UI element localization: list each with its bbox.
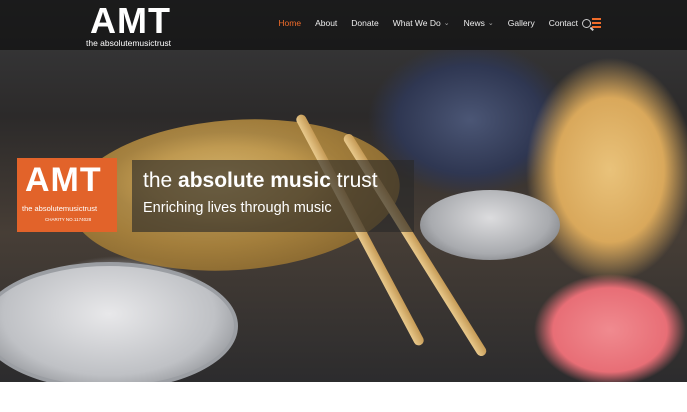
nav-contact[interactable]: Contact [549, 18, 578, 28]
nav-news[interactable]: News ⌄ [464, 18, 494, 28]
nav-about-label: About [315, 18, 338, 28]
chevron-down-icon: ⌄ [487, 20, 494, 27]
nav-about[interactable]: About [315, 18, 337, 28]
tagline-suffix: trust [330, 169, 378, 192]
hero-logo-badge: AMT the absolutemusictrust CHARITY NO.11… [17, 158, 117, 232]
nav-home[interactable]: Home [278, 18, 301, 28]
nav-what-we-do-label: What We Do [392, 18, 441, 28]
nav-what-we-do[interactable]: What We Do ⌄ [393, 18, 450, 28]
main-nav: Home About Donate What We Do ⌄ News ⌄ Gall… [278, 18, 601, 28]
snare-drum-image [0, 262, 238, 388]
site-logo-subtitle[interactable]: the absolutemusictrust [86, 38, 171, 48]
site-header: AMT the absolutemusictrust Home About Do… [0, 0, 687, 50]
nav-news-label: News [463, 18, 485, 28]
tagline-bold: absolute music [178, 169, 331, 192]
nav-contact-label: Contact [548, 18, 578, 28]
nav-donate[interactable]: Donate [351, 18, 378, 28]
tagline-prefix: the [143, 169, 179, 192]
tagline-title: the absolute music trust [143, 169, 378, 193]
badge-charity-number: CHARITY NO.1174028 [45, 217, 92, 222]
tagline-subtitle: Enriching lives through music [143, 200, 332, 216]
page-divider [0, 382, 687, 412]
nav-gallery[interactable]: Gallery [508, 18, 535, 28]
nav-gallery-label: Gallery [507, 18, 535, 28]
badge-subtitle: the absolutemusictrust [22, 204, 98, 213]
hero-banner: AMT the absolutemusictrust CHARITY NO.11… [0, 0, 687, 388]
nav-donate-label: Donate [351, 18, 379, 28]
drum-image [420, 190, 560, 260]
nav-home-label: Home [278, 18, 302, 28]
hero-tagline: the absolute music trust Enriching lives… [132, 160, 414, 232]
site-logo[interactable]: AMT [90, 2, 171, 40]
search-icon[interactable] [582, 19, 591, 28]
chevron-down-icon: ⌄ [443, 20, 450, 27]
badge-title: AMT [25, 161, 102, 199]
menu-icon[interactable] [592, 18, 601, 28]
